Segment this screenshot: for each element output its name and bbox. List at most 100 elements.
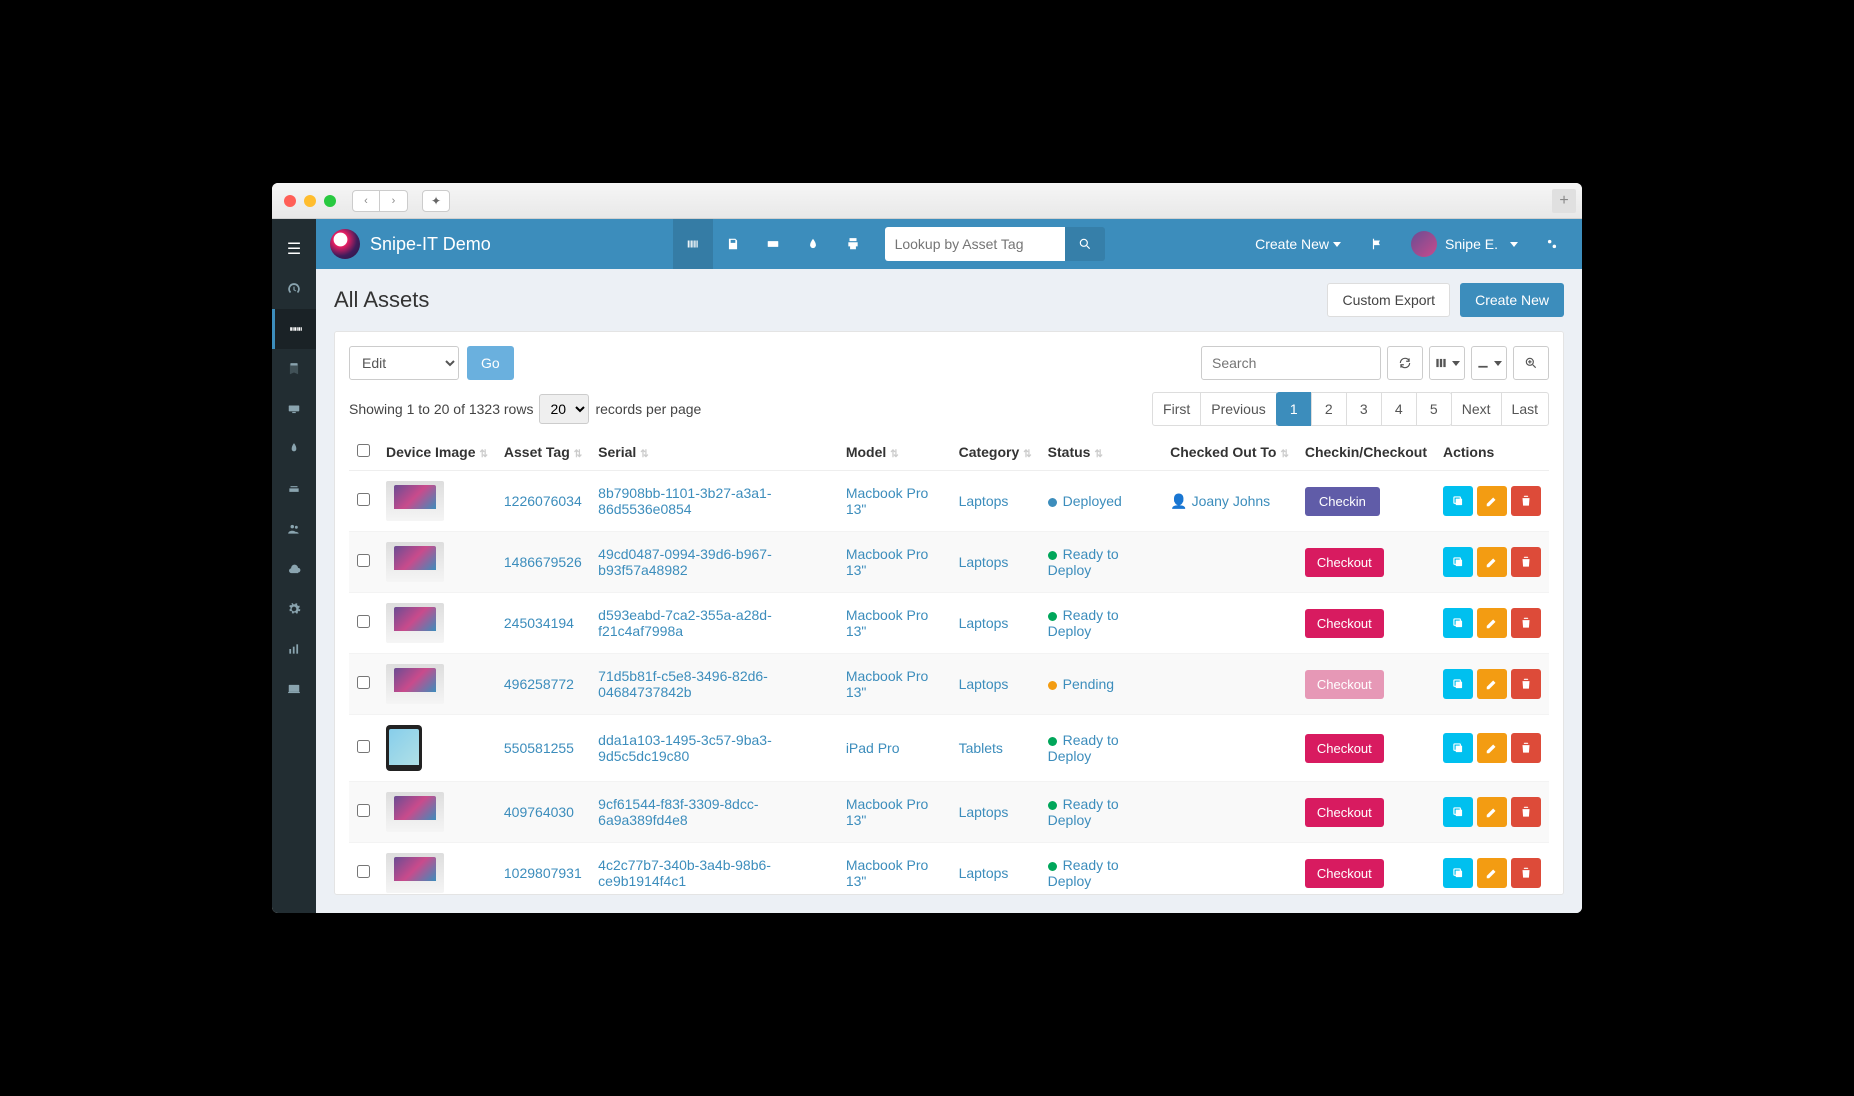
col-serial[interactable]: Serial⇅ xyxy=(590,434,838,471)
serial-link[interactable]: d593eabd-7ca2-355a-a28d-f21c4af7998a xyxy=(598,607,772,639)
checkout-button[interactable]: Checkout xyxy=(1305,670,1384,699)
row-checkbox[interactable] xyxy=(357,740,370,753)
page-2[interactable]: 2 xyxy=(1311,392,1347,426)
people-icon[interactable] xyxy=(272,509,316,549)
close-window-icon[interactable] xyxy=(284,195,296,207)
import-icon[interactable] xyxy=(272,549,316,589)
status-link[interactable]: Ready to Deploy xyxy=(1048,607,1119,639)
consumables-icon[interactable] xyxy=(272,429,316,469)
licenses-icon[interactable] xyxy=(272,349,316,389)
refresh-button[interactable] xyxy=(1387,346,1423,380)
row-checkbox[interactable] xyxy=(357,804,370,817)
accessories-icon[interactable] xyxy=(272,389,316,429)
delete-button[interactable] xyxy=(1511,858,1541,888)
category-link[interactable]: Laptops xyxy=(959,865,1009,881)
page-4[interactable]: 4 xyxy=(1381,392,1417,426)
model-link[interactable]: Macbook Pro 13" xyxy=(846,857,928,889)
category-link[interactable]: Laptops xyxy=(959,554,1009,570)
category-link[interactable]: Tablets xyxy=(959,740,1003,756)
serial-link[interactable]: 49cd0487-0994-39d6-b967-b93f57a48982 xyxy=(598,546,772,578)
edit-button[interactable] xyxy=(1477,733,1507,763)
page-previous[interactable]: Previous xyxy=(1200,392,1276,426)
select-all-checkbox[interactable] xyxy=(357,444,370,457)
barcode-icon[interactable] xyxy=(673,219,713,269)
maximize-window-icon[interactable] xyxy=(324,195,336,207)
asset-tag-link[interactable]: 1029807931 xyxy=(504,865,582,881)
col-model[interactable]: Model⇅ xyxy=(838,434,951,471)
category-link[interactable]: Laptops xyxy=(959,676,1009,692)
brand[interactable]: Snipe-IT Demo xyxy=(316,229,546,259)
checkout-button[interactable]: Checkout xyxy=(1305,734,1384,763)
model-link[interactable]: iPad Pro xyxy=(846,740,900,756)
model-link[interactable]: Macbook Pro 13" xyxy=(846,607,928,639)
model-link[interactable]: Macbook Pro 13" xyxy=(846,546,928,578)
status-link[interactable]: Deployed xyxy=(1063,493,1122,509)
model-link[interactable]: Macbook Pro 13" xyxy=(846,668,928,700)
go-button[interactable]: Go xyxy=(467,346,514,380)
bulk-action-select[interactable]: Edit xyxy=(349,346,459,380)
settings-icon[interactable] xyxy=(272,589,316,629)
columns-button[interactable] xyxy=(1429,346,1465,380)
edit-button[interactable] xyxy=(1477,486,1507,516)
page-last[interactable]: Last xyxy=(1501,392,1549,426)
delete-button[interactable] xyxy=(1511,669,1541,699)
edit-button[interactable] xyxy=(1477,797,1507,827)
col-status[interactable]: Status⇅ xyxy=(1040,434,1162,471)
gears-icon[interactable] xyxy=(1532,219,1572,269)
row-checkbox[interactable] xyxy=(357,554,370,567)
page-next[interactable]: Next xyxy=(1451,392,1502,426)
checked-out-user-link[interactable]: Joany Johns xyxy=(1192,493,1271,509)
delete-button[interactable] xyxy=(1511,608,1541,638)
row-checkbox[interactable] xyxy=(357,493,370,506)
reports-icon[interactable] xyxy=(272,629,316,669)
serial-link[interactable]: 8b7908bb-1101-3b27-a3a1-86d5536e0854 xyxy=(598,485,771,517)
keyboard-icon[interactable] xyxy=(753,219,793,269)
delete-button[interactable] xyxy=(1511,486,1541,516)
dashboard-icon[interactable] xyxy=(272,269,316,309)
create-new-button[interactable]: Create New xyxy=(1460,283,1564,317)
menu-toggle-icon[interactable]: ☰ xyxy=(272,229,316,269)
delete-button[interactable] xyxy=(1511,797,1541,827)
serial-link[interactable]: 71d5b81f-c5e8-3496-82d6-04684737842b xyxy=(598,668,768,700)
checkin-button[interactable]: Checkin xyxy=(1305,487,1380,516)
new-tab-button[interactable]: + xyxy=(1552,189,1576,213)
page-5[interactable]: 5 xyxy=(1416,392,1452,426)
col-category[interactable]: Category⇅ xyxy=(951,434,1040,471)
edit-button[interactable] xyxy=(1477,858,1507,888)
edit-button[interactable] xyxy=(1477,608,1507,638)
asset-tag-search-button[interactable] xyxy=(1065,227,1105,261)
clone-button[interactable] xyxy=(1443,733,1473,763)
checkout-button[interactable]: Checkout xyxy=(1305,548,1384,577)
edit-button[interactable] xyxy=(1477,669,1507,699)
asset-tag-link[interactable]: 409764030 xyxy=(504,804,574,820)
save-icon[interactable] xyxy=(713,219,753,269)
checkout-button[interactable]: Checkout xyxy=(1305,609,1384,638)
page-first[interactable]: First xyxy=(1152,392,1201,426)
drop-icon[interactable] xyxy=(793,219,833,269)
page-3[interactable]: 3 xyxy=(1346,392,1382,426)
checkout-button[interactable]: Checkout xyxy=(1305,798,1384,827)
row-checkbox[interactable] xyxy=(357,676,370,689)
clone-button[interactable] xyxy=(1443,608,1473,638)
user-menu[interactable]: Snipe E. xyxy=(1401,219,1528,269)
components-icon[interactable] xyxy=(272,469,316,509)
status-link[interactable]: Ready to Deploy xyxy=(1048,546,1119,578)
model-link[interactable]: Macbook Pro 13" xyxy=(846,796,928,828)
clone-button[interactable] xyxy=(1443,797,1473,827)
table-search-input[interactable] xyxy=(1201,346,1381,380)
clone-button[interactable] xyxy=(1443,486,1473,516)
action-button[interactable]: ✦ xyxy=(422,190,450,212)
serial-link[interactable]: 4c2c77b7-340b-3a4b-98b6-ce9b1914f4c1 xyxy=(598,857,771,889)
clone-button[interactable] xyxy=(1443,547,1473,577)
status-link[interactable]: Ready to Deploy xyxy=(1048,796,1119,828)
clone-button[interactable] xyxy=(1443,669,1473,699)
category-link[interactable]: Laptops xyxy=(959,804,1009,820)
back-button[interactable]: ‹ xyxy=(352,190,380,212)
col-device-image[interactable]: Device Image⇅ xyxy=(378,434,496,471)
asset-tag-link[interactable]: 1226076034 xyxy=(504,493,582,509)
row-checkbox[interactable] xyxy=(357,615,370,628)
serial-link[interactable]: 9cf61544-f83f-3309-8dcc-6a9a389fd4e8 xyxy=(598,796,758,828)
asset-tag-link[interactable]: 245034194 xyxy=(504,615,574,631)
asset-tag-link[interactable]: 496258772 xyxy=(504,676,574,692)
col-asset-tag[interactable]: Asset Tag⇅ xyxy=(496,434,590,471)
